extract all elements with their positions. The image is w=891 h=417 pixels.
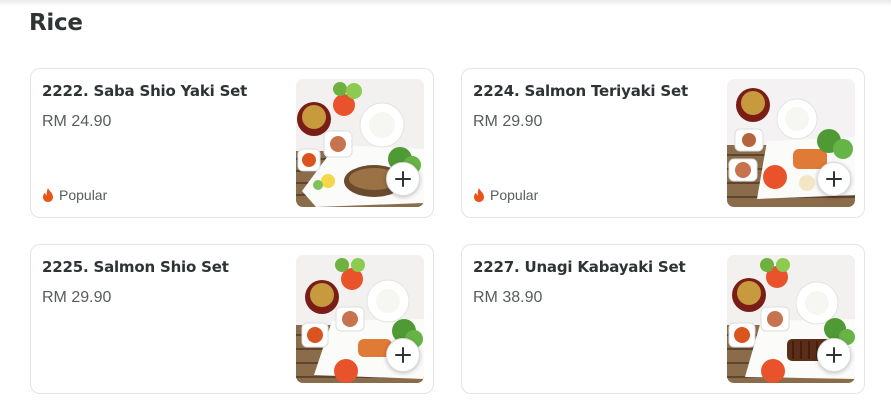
item-name: 2224. Salmon Teriyaki Set: [473, 82, 688, 100]
item-price: RM 29.90: [473, 113, 543, 130]
plus-icon: [826, 347, 842, 363]
item-name: 2225. Salmon Shio Set: [42, 258, 229, 276]
menu-item-card[interactable]: 2224. Salmon Teriyaki Set RM 29.90 Popul…: [461, 68, 865, 218]
flame-icon: [43, 188, 53, 202]
plus-icon: [395, 347, 411, 363]
popular-badge: Popular: [42, 187, 107, 203]
item-name: 2222. Saba Shio Yaki Set: [42, 82, 248, 100]
popular-label: Popular: [59, 187, 108, 203]
section-title: Rice: [29, 10, 83, 36]
plus-icon: [395, 171, 411, 187]
header-shadow: [0, 0, 891, 6]
item-name: 2227. Unagi Kabayaki Set: [473, 258, 686, 276]
menu-item-card[interactable]: 2222. Saba Shio Yaki Set RM 24.90 Popula…: [30, 68, 434, 218]
flame-icon: [474, 188, 484, 202]
popular-badge: Popular: [473, 187, 538, 203]
item-price: RM 24.90: [42, 113, 112, 130]
add-button[interactable]: [386, 338, 420, 372]
add-button[interactable]: [817, 338, 851, 372]
add-button[interactable]: [386, 162, 420, 196]
add-button[interactable]: [817, 162, 851, 196]
plus-icon: [826, 171, 842, 187]
menu-item-card[interactable]: 2225. Salmon Shio Set RM 29.90: [30, 244, 434, 394]
menu-item-card[interactable]: 2227. Unagi Kabayaki Set RM 38.90: [461, 244, 865, 394]
item-price: RM 29.90: [42, 289, 112, 306]
item-price: RM 38.90: [473, 289, 543, 306]
popular-label: Popular: [490, 187, 539, 203]
